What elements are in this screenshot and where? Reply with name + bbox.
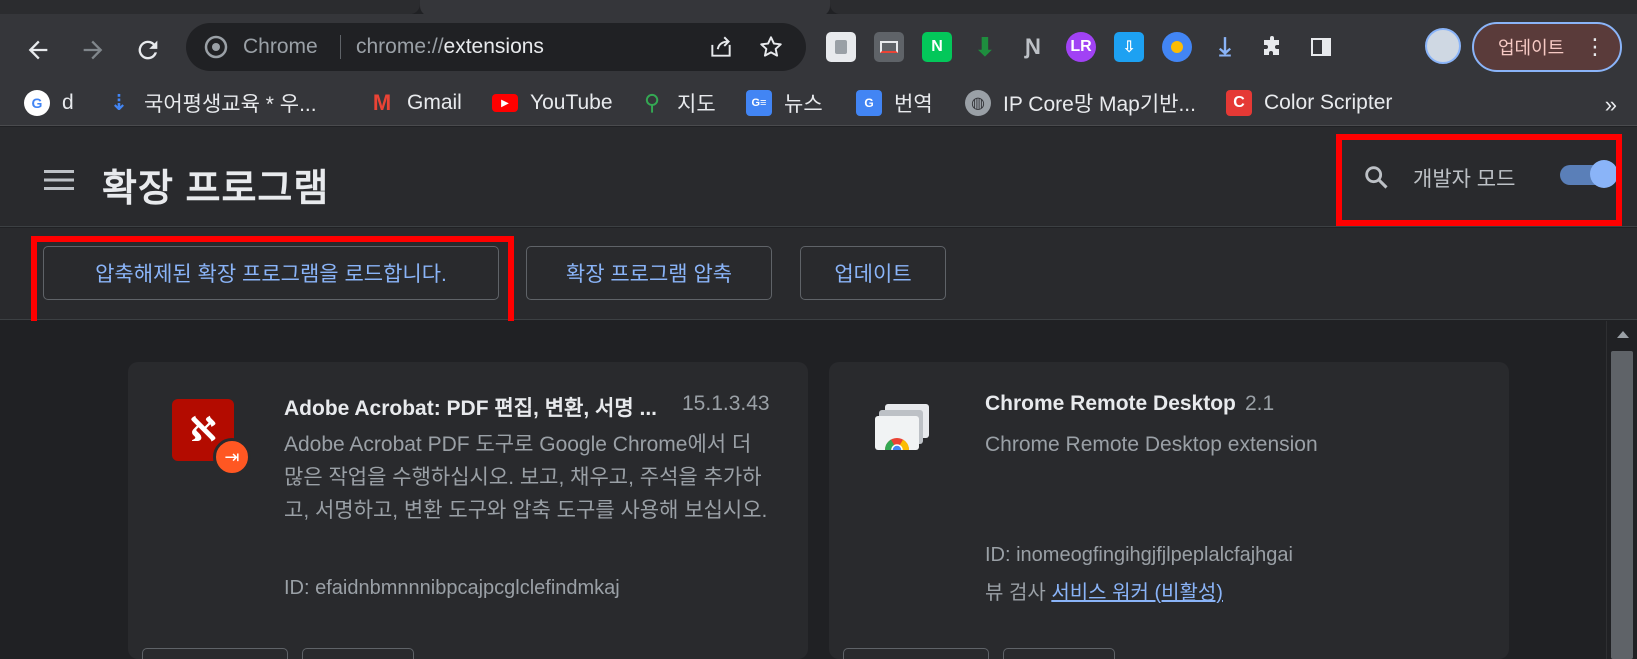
highlight-box-load-unpacked bbox=[31, 236, 514, 328]
bookmark-item[interactable]: M Gmail bbox=[369, 86, 462, 120]
bookmarks-bar: G d ⇣ 국어평생교육 * 우... M Gmail ▶ YouTube ⚲ … bbox=[0, 80, 1637, 126]
url-text[interactable]: chrome://extensions bbox=[356, 35, 544, 59]
url-path: extensions bbox=[443, 35, 544, 58]
service-worker-link[interactable]: 서비스 워커 (비활성) bbox=[1051, 582, 1223, 604]
acrobat-badge-icon: ⇥ bbox=[213, 438, 251, 476]
page-scrollbar[interactable] bbox=[1606, 321, 1637, 659]
color-scripter-icon: C bbox=[1226, 90, 1252, 116]
back-button[interactable] bbox=[22, 34, 54, 66]
profile-avatar[interactable] bbox=[1425, 28, 1461, 64]
update-chrome-button[interactable]: 업데이트 ⋮ bbox=[1472, 22, 1622, 72]
translate-icon: G bbox=[856, 90, 882, 116]
details-button[interactable] bbox=[142, 648, 288, 659]
bookmark-item[interactable]: C Color Scripter bbox=[1226, 86, 1392, 120]
lr-extension-icon[interactable]: LR bbox=[1066, 32, 1096, 62]
inspect-views-label: 뷰 검사 bbox=[985, 582, 1046, 604]
hamburger-menu-icon[interactable] bbox=[44, 169, 74, 196]
tab-inactive-left[interactable] bbox=[0, 0, 420, 14]
side-panel-icon[interactable] bbox=[1306, 32, 1336, 62]
menu-kebab-icon[interactable]: ⋮ bbox=[1584, 36, 1606, 58]
download-green-extension-icon[interactable]: ⬇ bbox=[970, 32, 1000, 62]
extension-icons: N ⬇ Ɲ LR ⇩ ⤓ bbox=[826, 31, 1336, 63]
url-scheme: chrome:// bbox=[356, 35, 444, 58]
gmail-icon: M bbox=[372, 90, 392, 115]
bookmark-star-icon[interactable] bbox=[758, 34, 784, 65]
keep-extension-icon[interactable] bbox=[826, 32, 856, 62]
highlight-box-developer-mode bbox=[1336, 134, 1622, 226]
bookmark-label: IP Core망 Map기반... bbox=[1003, 93, 1196, 116]
bookmark-item[interactable]: ◍ IP Core망 Map기반... bbox=[965, 86, 1196, 120]
update-extensions-button[interactable]: 업데이트 bbox=[800, 246, 946, 300]
tab-inactive-right[interactable] bbox=[830, 0, 1637, 14]
google-icon: G bbox=[24, 90, 50, 116]
downloads-icon[interactable]: ⤓ bbox=[1210, 31, 1240, 62]
back-arrow-icon bbox=[28, 40, 48, 60]
bookmark-label: 지도 bbox=[677, 93, 716, 116]
bookmark-label: Gmail bbox=[407, 91, 462, 114]
circle-extension-icon[interactable] bbox=[1162, 32, 1192, 62]
bookmark-item[interactable]: G≡ 뉴스 bbox=[746, 86, 823, 120]
bookmark-label: YouTube bbox=[530, 91, 613, 114]
globe-icon: ◍ bbox=[965, 90, 991, 116]
site-chip[interactable]: Chrome bbox=[243, 35, 318, 59]
chrome-logo-icon bbox=[204, 35, 228, 64]
extension-description: Chrome Remote Desktop extension bbox=[985, 433, 1318, 456]
extension-id: ID: efaidnbmnnnibpcajpcglclefindmkaj bbox=[284, 577, 620, 599]
bookmark-item[interactable]: ⚲ 지도 bbox=[639, 86, 716, 120]
nn-extension-icon[interactable]: Ɲ bbox=[1018, 32, 1048, 62]
arrow-icon: ⇣ bbox=[109, 90, 129, 115]
remove-button[interactable] bbox=[302, 648, 414, 659]
bookmark-label: 번역 bbox=[894, 93, 933, 116]
youtube-icon: ▶ bbox=[492, 94, 518, 112]
puzzle-extensions-icon[interactable] bbox=[1258, 32, 1288, 62]
page-title: 확장 프로그램 bbox=[102, 168, 330, 210]
extension-card: Chrome Remote Desktop 2.1 Chrome Remote … bbox=[829, 362, 1509, 659]
forward-button[interactable] bbox=[77, 34, 109, 66]
details-button[interactable] bbox=[843, 648, 989, 659]
forward-arrow-icon bbox=[83, 40, 103, 60]
address-bar[interactable]: Chrome chrome://extensions bbox=[186, 23, 806, 71]
extension-name: Adobe Acrobat: PDF 편집, 변환, 서명 ... bbox=[284, 397, 657, 420]
extension-description: Adobe Acrobat PDF 도구로 Google Chrome에서 더 … bbox=[284, 433, 768, 522]
update-chrome-label: 업데이트 bbox=[1498, 38, 1565, 58]
chrome-remote-desktop-icon bbox=[875, 404, 931, 454]
extension-name: Chrome Remote Desktop bbox=[985, 392, 1236, 415]
bookmark-label: 국어평생교육 * 우... bbox=[144, 93, 317, 116]
omnibox-divider bbox=[340, 35, 341, 59]
bookmark-item[interactable]: ▶ YouTube bbox=[492, 86, 613, 120]
scroll-thumb[interactable] bbox=[1611, 351, 1633, 659]
bookmark-item[interactable]: G 번역 bbox=[856, 86, 933, 120]
pack-extension-button[interactable]: 확장 프로그램 압축 bbox=[526, 246, 772, 300]
bookmark-label: 뉴스 bbox=[784, 93, 823, 116]
bookmark-label: d bbox=[62, 91, 74, 114]
extension-version: 15.1.3.43 bbox=[682, 392, 770, 415]
news-icon: G≡ bbox=[746, 90, 772, 116]
naver-extension-icon[interactable]: N bbox=[922, 32, 952, 62]
share-icon[interactable] bbox=[708, 34, 734, 65]
browser-toolbar: Chrome chrome://extensions N ⬇ Ɲ LR ⇩ ⤓ … bbox=[0, 14, 1637, 80]
bookmark-item[interactable]: G d bbox=[24, 86, 74, 120]
scroll-up-arrow-icon[interactable] bbox=[1617, 331, 1629, 338]
inspect-views: 뷰 검사 서비스 워커 (비활성) bbox=[985, 576, 1223, 605]
extension-version: 2.1 bbox=[1245, 392, 1275, 415]
bookmarks-overflow-icon[interactable]: » bbox=[1605, 92, 1617, 118]
maps-icon: ⚲ bbox=[643, 90, 661, 115]
remote-desktop-extension-icon[interactable] bbox=[874, 32, 904, 62]
save-extension-icon[interactable]: ⇩ bbox=[1114, 32, 1144, 62]
bookmark-item[interactable]: ⇣ 국어평생교육 * 우... bbox=[106, 86, 317, 120]
extension-id: ID: inomeogfingihgjfjlpeplalcfajhgai bbox=[985, 544, 1293, 566]
remove-button[interactable] bbox=[1003, 648, 1115, 659]
bookmark-label: Color Scripter bbox=[1264, 91, 1393, 114]
reload-button[interactable] bbox=[132, 34, 164, 66]
reload-icon bbox=[138, 40, 158, 60]
extension-card: ℵ ⇥ Adobe Acrobat: PDF 편집, 변환, 서명 ... 15… bbox=[128, 362, 808, 659]
